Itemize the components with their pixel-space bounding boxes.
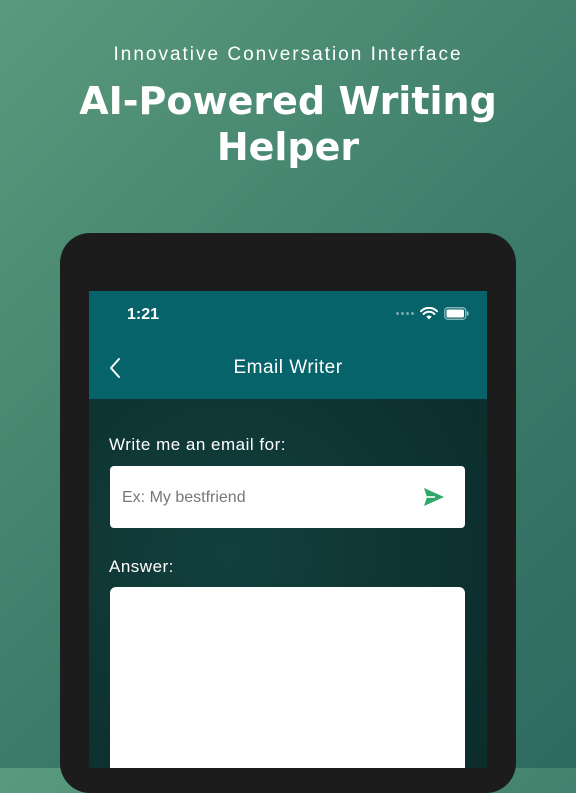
prompt-label: Write me an email for: (109, 435, 286, 454)
promo-title-line-1: AI-Powered Writing (79, 79, 497, 123)
promo-title: AI-Powered Writing Helper (0, 78, 576, 170)
prompt-input-container (110, 466, 465, 530)
prompt-input[interactable] (120, 466, 414, 530)
answer-output (110, 587, 465, 768)
promo-title-line-2: Helper (216, 125, 360, 169)
send-icon[interactable] (423, 487, 445, 507)
status-time: 1:21 (127, 306, 160, 323)
signal-dots-icon (396, 312, 414, 315)
battery-icon (444, 307, 469, 320)
status-icons (396, 307, 469, 320)
app-bar: 1:21 Email Writer (89, 291, 487, 399)
wifi-icon (420, 307, 438, 320)
answer-label: Answer: (109, 557, 174, 576)
page-title: Email Writer (233, 357, 343, 378)
app-screen: 1:21 Email Writer Write me an email for: (89, 291, 487, 768)
promo-subtitle: Innovative Conversation Interface (113, 44, 463, 65)
